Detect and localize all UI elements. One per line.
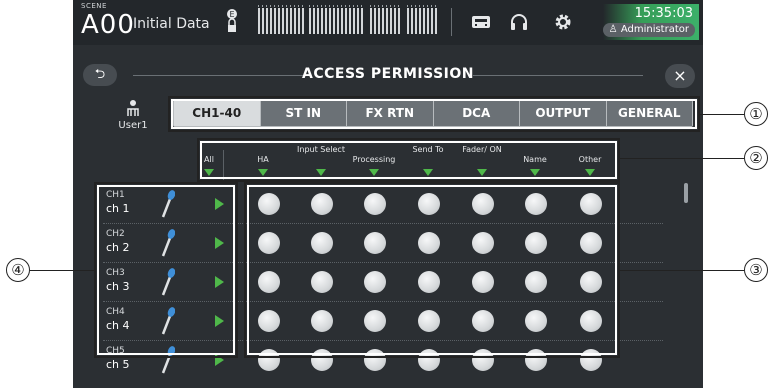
- callout-1: ①: [744, 102, 768, 126]
- top-bar: SCENE A00 Initial Data E 15:35:03 ♙ Admi…: [73, 0, 703, 45]
- scene-number[interactable]: A00: [81, 10, 135, 40]
- clock-time: 15:35:03: [634, 6, 693, 21]
- callout-3: ③: [744, 258, 768, 282]
- leader-line-2: [620, 158, 744, 159]
- dialog-title: ACCESS PERMISSION: [302, 66, 474, 82]
- callout-4: ④: [6, 258, 30, 282]
- scene-label: SCENE: [81, 2, 107, 10]
- callout-frame-columns-inner: [200, 141, 617, 179]
- level-meter-4: [407, 5, 439, 34]
- user-name: Administrator: [620, 24, 689, 35]
- divider: [451, 8, 452, 36]
- level-meter-3: [370, 5, 402, 34]
- leader-line-4: [30, 270, 94, 271]
- recorder-icon[interactable]: [471, 14, 491, 34]
- user-icon: ♙: [608, 24, 621, 35]
- title-rule-right: [473, 75, 643, 76]
- callout-2: ②: [744, 146, 768, 170]
- user-icon: [127, 100, 139, 116]
- dialog-header: ⮌ ACCESS PERMISSION ×: [73, 56, 703, 90]
- lock-icon[interactable]: E: [225, 8, 239, 36]
- callout-frame-channels-inner: [97, 185, 235, 355]
- level-meter-1: [258, 5, 304, 34]
- user-label: User1: [118, 120, 148, 131]
- callout-frame-tabs-inner: [171, 99, 697, 129]
- level-meter-2: [309, 5, 365, 34]
- user-badge[interactable]: ♙ Administrator: [602, 23, 695, 37]
- leader-line-3: [620, 270, 744, 271]
- callout-frame-grid-inner: [247, 185, 617, 355]
- headphones-icon[interactable]: [509, 13, 529, 35]
- scene-title[interactable]: Initial Data: [133, 16, 210, 32]
- clock-panel: 15:35:03 ♙ Administrator: [602, 4, 699, 40]
- gear-icon[interactable]: [553, 12, 573, 36]
- user-indicator: User1: [113, 99, 153, 131]
- leader-line-1: [700, 114, 744, 115]
- lock-letter: E: [229, 10, 234, 19]
- close-button[interactable]: ×: [665, 64, 695, 88]
